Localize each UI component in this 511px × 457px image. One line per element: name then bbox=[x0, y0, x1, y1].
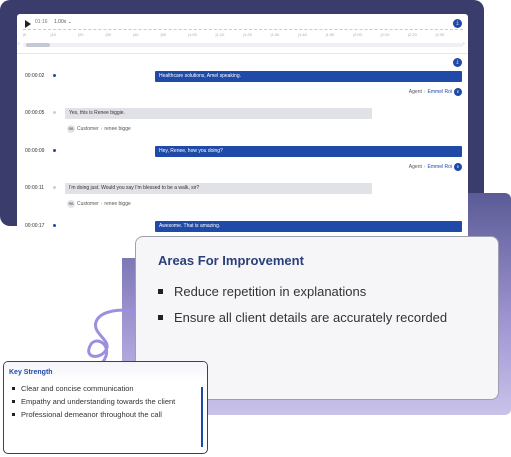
scrollbar-thumb[interactable] bbox=[26, 43, 50, 47]
list-item: Clear and concise communication bbox=[12, 384, 193, 394]
speaker-role: Agent bbox=[408, 89, 422, 95]
agent-label: Agent › Emmel Roi E bbox=[409, 163, 462, 171]
export-icon[interactable]: ⤓ bbox=[453, 58, 462, 67]
play-icon[interactable] bbox=[25, 20, 31, 28]
scrollbar[interactable] bbox=[201, 387, 203, 447]
key-strength-title: Key Strength bbox=[4, 362, 207, 382]
ruler-tick-label: |2:30 bbox=[435, 32, 445, 37]
ruler-tick-label: |1:00 bbox=[188, 32, 197, 37]
customer-label: RB Customer › renee bigge bbox=[67, 200, 131, 208]
message-timestamp: 00:00:05 bbox=[25, 110, 45, 116]
avatar: E bbox=[454, 163, 462, 171]
ruler-tick-label: |1:50 bbox=[325, 32, 335, 37]
ruler-tick-label: |30 bbox=[105, 32, 112, 37]
avatar: RB bbox=[67, 125, 75, 133]
ruler-tick-label: |1:20 bbox=[243, 32, 252, 37]
ruler-tick-label: |20 bbox=[78, 32, 84, 37]
key-strength-panel: Key Strength Clear and concise communica… bbox=[3, 361, 208, 454]
message-timestamp: 00:00:17 bbox=[25, 223, 45, 229]
strength-list: Clear and concise communication Empathy … bbox=[4, 382, 207, 420]
speaker-role: Customer bbox=[77, 126, 99, 132]
ruler-tick-label: |2:20 bbox=[408, 32, 417, 37]
speaker-name: Emmel Roi bbox=[427, 164, 452, 170]
ruler-tick-label: |1:30 bbox=[270, 32, 280, 37]
agent-message: Awesome. That is amazing. bbox=[155, 221, 462, 232]
agent-marker bbox=[53, 74, 56, 77]
chevron-right-icon: › bbox=[100, 126, 103, 132]
timeline-ruler[interactable]: |0 |10 |20 |30 |40 |50 |1:00 |1:10 |1:20 |1:30 |1:… bbox=[23, 29, 463, 39]
ruler-tick-label: |1:40 bbox=[298, 32, 307, 37]
agent-label: Agent › Emmel Roi E bbox=[409, 88, 462, 96]
customer-marker bbox=[53, 111, 56, 114]
customer-marker bbox=[53, 186, 56, 189]
speaker-name: renee bigge bbox=[104, 201, 131, 207]
speed-selector[interactable]: 1.00x ⌄ bbox=[54, 19, 72, 25]
chevron-down-icon: ⌄ bbox=[67, 19, 72, 25]
speaker-name: renee bigge bbox=[104, 126, 131, 132]
list-item: Empathy and understanding towards the cl… bbox=[12, 397, 193, 407]
improvement-title: Areas For Improvement bbox=[158, 253, 304, 268]
message-timestamp: 00:00:09 bbox=[25, 148, 45, 154]
speaker-role: Agent bbox=[408, 164, 422, 170]
agent-marker bbox=[53, 224, 56, 227]
agent-message: Hey, Renee, how you doing? bbox=[155, 146, 462, 157]
agent-message: Healthcare solutions, Amel speaking. bbox=[155, 71, 462, 82]
ruler-tick-label: |0 bbox=[23, 32, 27, 37]
ruler-tick-label: |10 bbox=[50, 32, 57, 37]
speed-value: 1.00x bbox=[54, 19, 67, 25]
chevron-right-icon: › bbox=[100, 201, 103, 207]
timeline-scrollbar[interactable] bbox=[23, 43, 463, 47]
speaker-role: Customer bbox=[77, 201, 99, 207]
improvement-list: Reduce repetition in explanations Ensure… bbox=[158, 282, 476, 327]
message-timestamp: 00:00:02 bbox=[25, 73, 45, 79]
customer-message: Yes, this is Renee biggie. bbox=[65, 108, 372, 119]
chevron-right-icon: › bbox=[423, 89, 426, 95]
download-icon[interactable]: ⤓ bbox=[453, 19, 462, 28]
chevron-right-icon: › bbox=[423, 164, 426, 170]
ruler-tick-label: |1:10 bbox=[215, 32, 225, 37]
list-item: Professional demeanor throughout the cal… bbox=[12, 410, 193, 420]
message-timestamp: 00:00:11 bbox=[25, 185, 45, 191]
list-item: Reduce repetition in explanations bbox=[158, 282, 476, 301]
transcript-card: 01:16 1.00x ⌄ ⤓ |0 |10 |20 |30 |40 |50 |1:00 |1… bbox=[17, 14, 468, 258]
playback-time: 01:16 bbox=[35, 19, 48, 25]
customer-label: RB Customer › renee bigge bbox=[67, 125, 131, 133]
ruler-tick-label: |2:10 bbox=[380, 32, 390, 37]
audio-player: 01:16 1.00x ⌄ ⤓ |0 |10 |20 |30 |40 |50 |1:00 |1… bbox=[17, 14, 468, 54]
avatar: RB bbox=[67, 200, 75, 208]
speaker-name: Emmel Roi bbox=[427, 89, 452, 95]
ruler-tick-label: |40 bbox=[133, 32, 139, 37]
scroll-left-icon[interactable]: ‹ bbox=[18, 41, 20, 47]
list-item: Ensure all client details are accurately… bbox=[158, 308, 476, 327]
ruler-tick-label: |50 bbox=[160, 32, 167, 37]
scroll-right-icon[interactable]: › bbox=[463, 41, 465, 47]
ruler-tick-label: |2:00 bbox=[353, 32, 362, 37]
avatar: E bbox=[454, 88, 462, 96]
customer-message: I'm doing just. Would you say I'm blesse… bbox=[65, 183, 372, 194]
agent-marker bbox=[53, 149, 56, 152]
